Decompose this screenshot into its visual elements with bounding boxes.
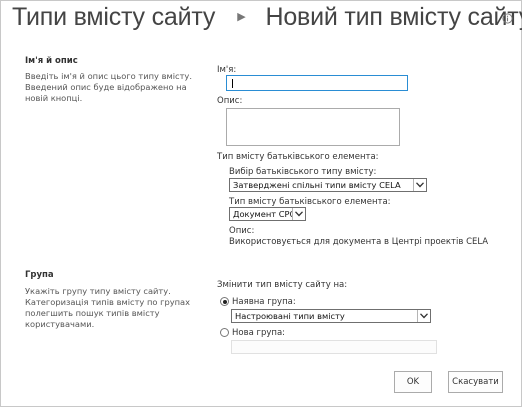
existing-group-select[interactable]: Настроювані типи вмісту: [231, 309, 431, 323]
existing-group-radio[interactable]: [220, 297, 229, 306]
parent-type-selected: Документ CPC: [233, 209, 296, 219]
parent-type-label: Тип вмісту батьківського елемента:: [229, 197, 391, 207]
chevron-down-icon: [417, 310, 430, 322]
triangle-right-icon: ▶: [237, 10, 246, 23]
text-caret: [232, 79, 233, 88]
chevron-down-icon: [413, 179, 426, 191]
group-section-title: Група: [25, 270, 54, 280]
parent-desc-label: Опис:: [229, 226, 255, 236]
parent-type-select[interactable]: Документ CPC: [229, 207, 306, 221]
breadcrumb-parent[interactable]: Типи вмісту сайту: [12, 3, 215, 31]
new-group-label[interactable]: Нова група:: [232, 328, 285, 338]
new-group-radio[interactable]: [220, 328, 229, 337]
description-textarea[interactable]: [226, 108, 400, 146]
info-icon[interactable]: [502, 13, 513, 24]
page-title: Типи вмісту сайту ▶ Новий тип вмісту сайту: [12, 3, 522, 32]
breadcrumb-current: Новий тип вмісту сайту: [265, 3, 522, 31]
parent-group-selected: Затверджені спільні типи вмісту CELA: [233, 180, 401, 190]
cancel-button[interactable]: Скасувати: [448, 371, 503, 393]
chevron-down-icon: [292, 208, 305, 220]
parent-desc-text: Використовується для документа в Центрі …: [229, 237, 489, 247]
parent-group-label: Вибір батьківського типу вмісту:: [229, 167, 377, 177]
existing-group-label[interactable]: Наявна група:: [232, 297, 296, 307]
group-section-description: Укажіть групу типу вмісту сайту. Категор…: [25, 286, 191, 329]
name-section-description: Введіть ім'я й опис цього типу вмісту. В…: [25, 71, 192, 103]
parent-type-heading: Тип вмісту батьківського елемента:: [217, 152, 379, 162]
name-section-title: Ім'я й опис: [25, 56, 78, 66]
name-input[interactable]: [226, 75, 408, 91]
parent-group-select[interactable]: Затверджені спільні типи вмісту CELA: [229, 178, 427, 192]
ok-button[interactable]: OK: [394, 371, 432, 393]
change-group-label: Змінити тип вмісту сайту на:: [217, 280, 348, 290]
new-group-input[interactable]: [231, 340, 437, 354]
name-label: Ім'я:: [217, 65, 237, 75]
existing-group-selected: Настроювані типи вмісту: [235, 311, 345, 321]
description-label: Опис:: [217, 96, 243, 106]
